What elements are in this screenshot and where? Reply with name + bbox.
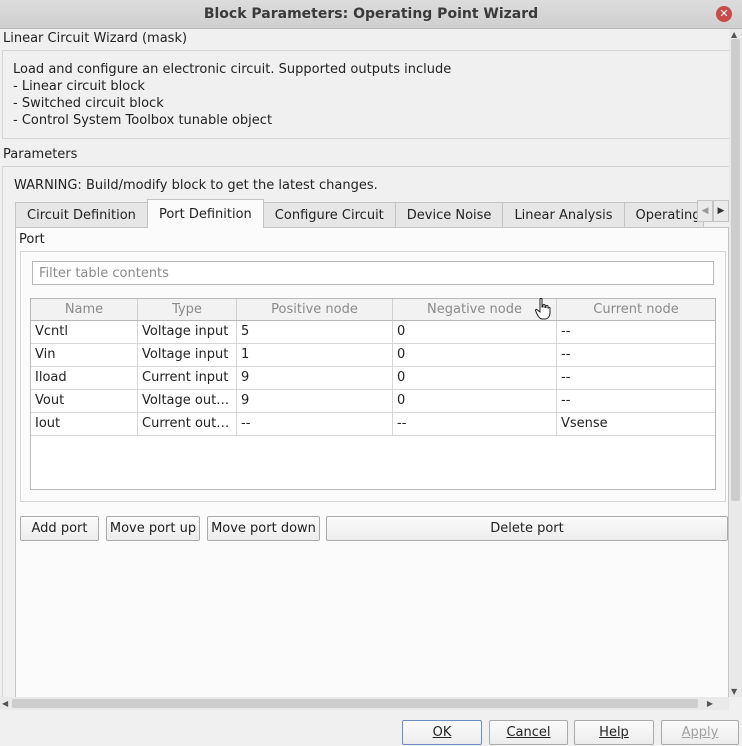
cell-negative-node[interactable]: 0 [393, 344, 557, 366]
scroll-left-icon[interactable]: ◀ [2, 697, 8, 710]
cell-positive-node[interactable]: 9 [237, 367, 393, 389]
scroll-down-icon[interactable]: ▼ [731, 687, 737, 696]
cell-current-node[interactable]: Vsense [557, 413, 715, 435]
port-button-row: Add port Move port up Move port down Del… [16, 516, 729, 542]
column-header-name[interactable]: Name [31, 299, 138, 320]
cell-type[interactable]: Current input [138, 367, 237, 389]
cell-negative-node[interactable]: 0 [393, 321, 557, 343]
tab-configure-circuit[interactable]: Configure Circuit [262, 202, 396, 228]
table-row[interactable]: Vin Voltage input 1 0 -- [31, 344, 715, 367]
chevron-right-icon[interactable]: ▶ [713, 200, 729, 222]
scrollbar-thumb[interactable] [731, 39, 740, 501]
cell-current-node[interactable]: -- [557, 321, 715, 343]
tab-device-noise[interactable]: Device Noise [394, 202, 504, 228]
column-header-current-node[interactable]: Current node [557, 299, 715, 320]
cell-negative-node[interactable]: -- [393, 413, 557, 435]
cell-negative-node[interactable]: 0 [393, 367, 557, 389]
title-bar: Block Parameters: Operating Point Wizard… [0, 0, 742, 29]
horizontal-scrollbar[interactable]: ◀ ▶ [0, 697, 729, 710]
cell-type[interactable]: Current out… [138, 413, 237, 435]
move-port-down-button[interactable]: Move port down [207, 516, 320, 541]
cell-name[interactable]: Iout [31, 413, 138, 435]
tab-linear-analysis[interactable]: Linear Analysis [502, 202, 625, 228]
cell-name[interactable]: Vin [31, 344, 138, 366]
port-definition-panel: Port Name Type Positive node Negative no… [15, 227, 729, 697]
apply-button[interactable]: Apply [661, 720, 739, 745]
delete-port-button[interactable]: Delete port [326, 516, 728, 541]
help-button[interactable]: Help [574, 720, 654, 745]
cell-current-node[interactable]: -- [557, 390, 715, 412]
ok-button-label: OK [432, 725, 452, 740]
parameters-panel: WARNING: Build/modify block to get the l… [2, 166, 729, 697]
cell-type[interactable]: Voltage input [138, 321, 237, 343]
column-header-type[interactable]: Type [138, 299, 237, 320]
description-line: - Linear circuit block [13, 79, 145, 94]
add-port-button[interactable]: Add port [20, 516, 99, 541]
scroll-up-icon[interactable]: ▲ [731, 30, 737, 39]
column-header-positive-node[interactable]: Positive node [237, 299, 393, 320]
tab-scroll-arrows: ◀ ▶ [697, 200, 729, 222]
scrollbar-thumb[interactable] [12, 699, 698, 708]
window-title: Block Parameters: Operating Point Wizard [203, 6, 539, 22]
vertical-scrollbar[interactable]: ▲ ▼ [729, 29, 742, 697]
cell-positive-node[interactable]: -- [237, 413, 393, 435]
port-group-label: Port [19, 232, 45, 247]
table-row[interactable]: Vcntl Voltage input 5 0 -- [31, 321, 715, 344]
close-icon[interactable]: ✕ [716, 6, 732, 22]
tab-bar: Circuit Definition Port Definition Confi… [15, 199, 729, 228]
cell-type[interactable]: Voltage input [138, 344, 237, 366]
mask-title: Linear Circuit Wizard (mask) [3, 31, 188, 46]
mask-description: Load and configure an electronic circuit… [2, 50, 729, 139]
cell-name[interactable]: Iload [31, 367, 138, 389]
cell-positive-node[interactable]: 1 [237, 344, 393, 366]
table-row[interactable]: Vout Voltage out… 9 0 -- [31, 390, 715, 413]
filter-input[interactable] [32, 261, 714, 285]
port-group: Name Type Positive node Negative node Cu… [20, 251, 726, 502]
table-header: Name Type Positive node Negative node Cu… [31, 299, 715, 321]
tab-circuit-definition[interactable]: Circuit Definition [15, 202, 148, 228]
cell-current-node[interactable]: -- [557, 344, 715, 366]
tab-port-definition[interactable]: Port Definition [146, 199, 264, 228]
cell-name[interactable]: Vcntl [31, 321, 138, 343]
column-header-negative-node[interactable]: Negative node [393, 299, 557, 320]
warning-text: WARNING: Build/modify block to get the l… [14, 178, 378, 193]
cancel-button[interactable]: Cancel [489, 720, 568, 745]
cell-current-node[interactable]: -- [557, 367, 715, 389]
parameters-title: Parameters [3, 147, 78, 162]
scroll-right-icon[interactable]: ▶ [707, 697, 713, 710]
cell-type[interactable]: Voltage out… [138, 390, 237, 412]
cell-positive-node[interactable]: 9 [237, 390, 393, 412]
apply-button-label: Apply [681, 725, 719, 740]
cell-negative-node[interactable]: 0 [393, 390, 557, 412]
cancel-button-label: Cancel [506, 725, 551, 740]
move-port-up-button[interactable]: Move port up [106, 516, 200, 541]
tab-operating[interactable]: Operating [623, 202, 704, 228]
cell-name[interactable]: Vout [31, 390, 138, 412]
chevron-left-icon[interactable]: ◀ [697, 200, 713, 222]
dialog-content: Linear Circuit Wizard (mask) Load and co… [0, 29, 729, 697]
description-line: Load and configure an electronic circuit… [13, 62, 452, 77]
table-row[interactable]: Iload Current input 9 0 -- [31, 367, 715, 390]
ok-button[interactable]: OK [402, 720, 482, 745]
description-line: - Control System Toolbox tunable object [13, 113, 273, 128]
port-table: Name Type Positive node Negative node Cu… [30, 298, 716, 490]
cell-positive-node[interactable]: 5 [237, 321, 393, 343]
hand-pointer-icon [535, 298, 551, 320]
description-line: - Switched circuit block [13, 96, 164, 111]
table-row[interactable]: Iout Current out… -- -- Vsense [31, 413, 715, 436]
help-button-label: Help [599, 725, 629, 740]
